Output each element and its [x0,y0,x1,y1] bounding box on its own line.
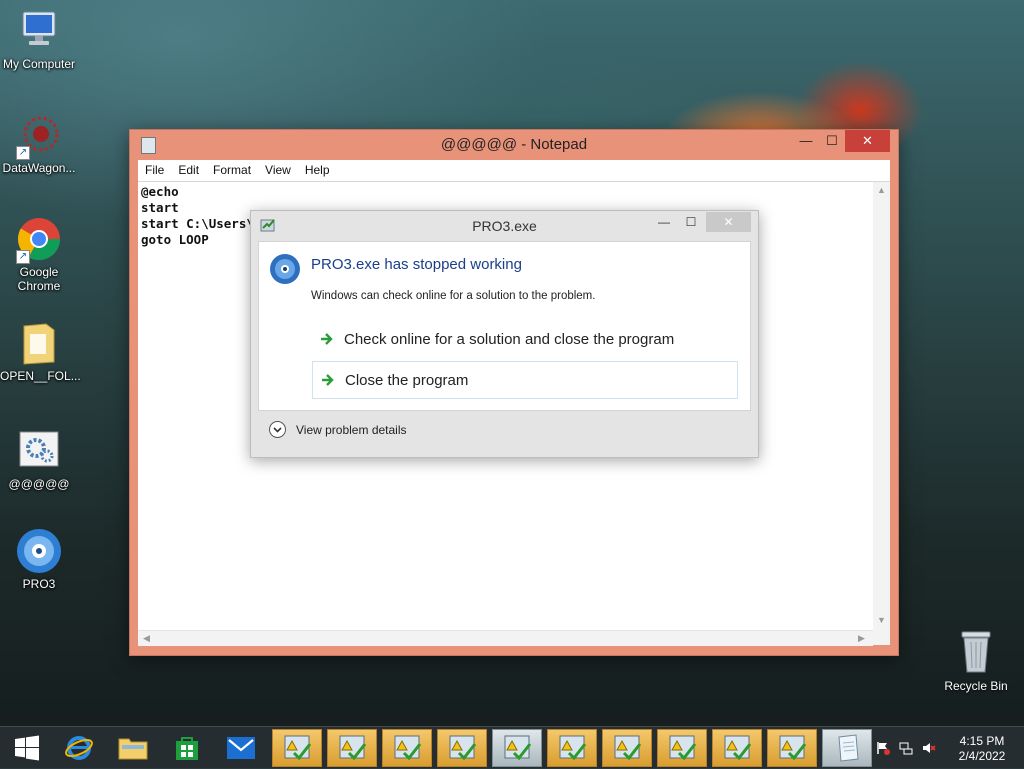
taskbar-task-button[interactable] [437,729,487,767]
dialog-maximize-button[interactable]: ☐ [678,212,704,232]
notepad-title: @@@@@ - Notepad [440,136,588,153]
taskbar-task-button[interactable] [492,729,542,767]
warning-check-icon [614,735,642,761]
taskbar-task-button[interactable] [272,729,322,767]
close-button[interactable]: ✕ [845,130,890,152]
text-line: @echo [141,184,179,199]
folder-icon [118,738,148,760]
clock-date: 2/4/2022 [958,749,1006,763]
green-arrow-icon [321,373,335,387]
taskbar-task-button[interactable] [657,729,707,767]
check-online-option[interactable]: Check online for a solution and close th… [312,321,738,359]
warning-check-icon [284,735,312,761]
desktop-icon-label: My Computer [2,57,76,71]
desktop-icon-my-computer[interactable]: My Computer [0,8,78,71]
menu-help[interactable]: Help [298,160,337,181]
action-center-flag-icon[interactable] [876,741,890,755]
scroll-right-arrow-icon[interactable]: ▶ [858,633,865,644]
taskbar: 4:15 PM 2/4/2022 [0,726,1024,769]
menu-edit[interactable]: Edit [171,160,206,181]
network-icon[interactable] [899,741,913,755]
taskbar-clock[interactable]: 4:15 PM 2/4/2022 [950,734,1014,764]
disc-icon [269,253,301,285]
check-online-label: Check online for a solution and close th… [344,331,675,348]
disc-icon [16,528,62,574]
menu-file[interactable]: File [138,160,171,181]
desktop-icon-label: PRO3 [22,577,56,591]
desktop-icon-label: @@@@@ [8,477,70,491]
desktop-icon-pro3[interactable]: PRO3 [0,528,78,591]
windows-logo-icon [15,735,39,761]
volume-muted-icon[interactable] [922,741,936,755]
desktop-icon-google-chrome[interactable]: ↗ Google Chrome [0,216,78,293]
taskbar-task-button[interactable] [602,729,652,767]
recycle-bin-label: Recycle Bin [944,679,1008,693]
chrome-icon: ↗ [16,216,62,264]
green-arrow-icon [320,332,334,346]
error-dialog: PRO3.exe — ☐ ✕ PRO3.exe has stopped work… [250,210,759,458]
desktop-icon-label: OPEN__FOL... [0,369,81,383]
dialog-subtext: Windows can check online for a solution … [311,290,596,302]
taskbar-store[interactable] [162,729,212,767]
desktop-icon-batch-file[interactable]: @@@@@ [0,428,78,491]
desktop-icon-datawagon[interactable]: ↗ DataWagon... [0,112,78,175]
notepad-menubar: File Edit Format View Help [138,160,890,182]
close-program-option[interactable]: Close the program [312,361,738,399]
scroll-down-arrow-icon[interactable]: ▼ [877,615,886,625]
desktop-icon-label: DataWagon... [2,161,76,175]
taskbar-task-button[interactable] [547,729,597,767]
scroll-left-arrow-icon[interactable]: ◀ [143,633,150,644]
scroll-up-arrow-icon[interactable]: ▲ [877,185,886,195]
menu-format[interactable]: Format [206,160,258,181]
warning-check-icon [394,735,422,761]
taskbar-task-button[interactable] [767,729,817,767]
dialog-close-button[interactable]: ✕ [706,212,751,232]
desktop-icon-recycle-bin[interactable]: Recycle Bin [938,628,1014,693]
internet-explorer-icon [65,736,93,760]
taskbar-task-button[interactable] [712,729,762,767]
settings-gear-icon [16,428,62,474]
notepad-icon [838,734,859,762]
desktop-icon-open-folder[interactable]: OPEN__FOL... [0,320,81,383]
taskbar-file-explorer[interactable] [108,729,158,767]
taskbar-task-button[interactable] [382,729,432,767]
menu-view[interactable]: View [258,160,298,181]
taskbar-task-button[interactable] [327,729,377,767]
warning-check-icon [559,735,587,761]
dialog-minimize-button[interactable]: — [651,212,677,232]
shortcut-arrow-icon: ↗ [16,250,30,264]
warning-check-icon [669,735,697,761]
desktop-icon-label: Google Chrome [17,265,61,293]
expand-chevron-icon[interactable] [269,421,286,438]
taskbar-notepad[interactable] [822,729,872,767]
warning-check-icon [504,735,532,761]
warning-check-icon [724,735,752,761]
view-problem-details-link[interactable]: View problem details [296,423,407,437]
store-icon [176,737,198,760]
shortcut-arrow-icon: ↗ [16,146,30,160]
horizontal-scrollbar[interactable]: ◀ ▶ [138,630,873,646]
close-program-label: Close the program [345,372,469,389]
folder-icon [16,320,62,366]
mail-icon [227,737,255,759]
taskbar-mail[interactable] [216,729,266,767]
scrollbar-corner [873,630,890,645]
recycle-bin-icon [956,628,996,676]
warning-check-icon [449,735,477,761]
warning-check-icon [339,735,367,761]
taskbar-internet-explorer[interactable] [54,729,104,767]
computer-icon [16,8,62,54]
maximize-button[interactable]: ☐ [818,130,846,152]
minimize-button[interactable]: — [792,130,820,152]
clock-time: 4:15 PM [959,734,1005,748]
start-button[interactable] [2,729,52,767]
warning-check-icon [779,735,807,761]
datawagon-icon: ↗ [16,112,62,160]
dialog-heading: PRO3.exe has stopped working [311,256,522,273]
dialog-body: PRO3.exe has stopped working Windows can… [258,241,751,411]
dialog-footer: View problem details [258,410,749,450]
vertical-scrollbar[interactable]: ▲ ▼ [873,182,890,630]
